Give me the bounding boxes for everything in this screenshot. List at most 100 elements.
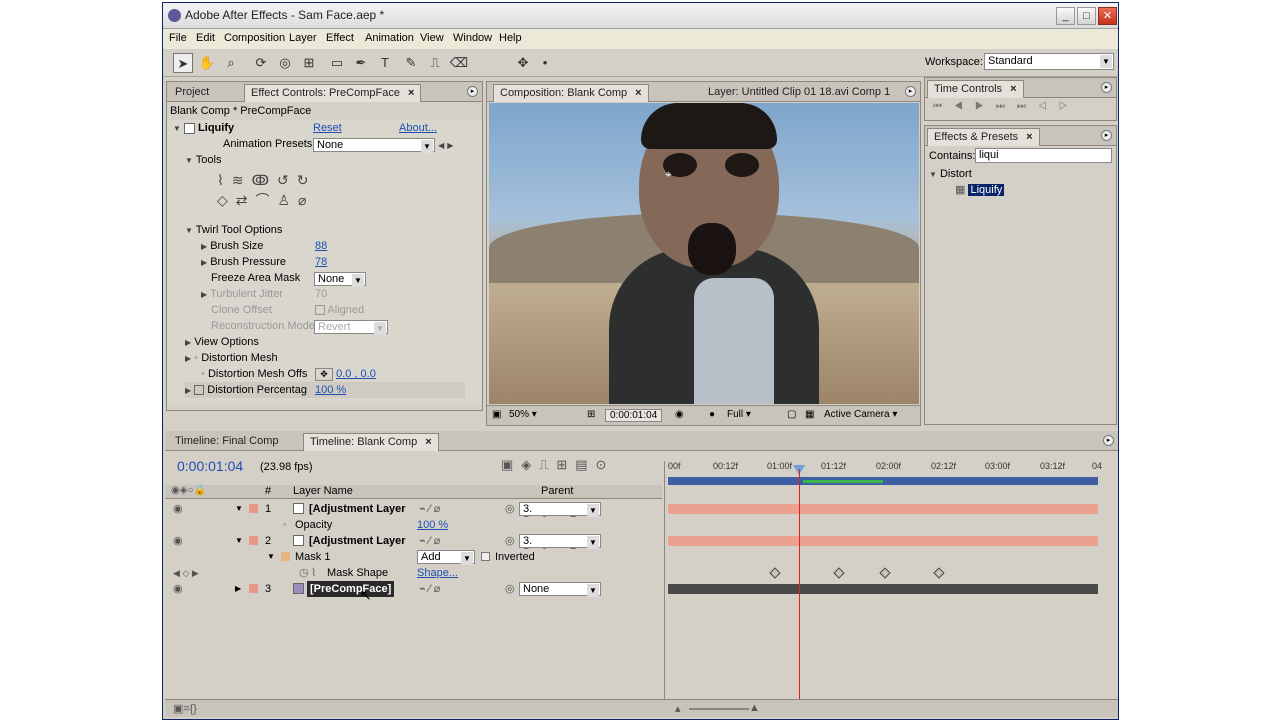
work-area-bar[interactable] (668, 477, 1098, 485)
layer-1-track[interactable] (668, 501, 1098, 517)
distortion-percentage-value[interactable]: 100 % (315, 382, 346, 398)
triangle-down-icon[interactable]: ▼ (185, 156, 193, 165)
distortion-mesh-offs-value[interactable]: 0.0 , 0.0 (336, 368, 376, 380)
liquify-effect-item[interactable]: ▦ Liquify (955, 182, 1005, 198)
pen-tool-icon[interactable]: ✒ (351, 53, 371, 73)
camera-tool-icon[interactable]: ◎ (275, 53, 295, 73)
pane-divider[interactable] (664, 461, 665, 711)
eye-icon[interactable]: ◉ (173, 501, 183, 517)
menu-file[interactable]: File (169, 32, 187, 44)
opacity-value[interactable]: 100 % (417, 517, 448, 533)
menu-composition[interactable]: Composition (224, 32, 285, 44)
keyframe-navigator-icon[interactable]: ◀ ◇ ▶ (173, 565, 199, 581)
eye-icon[interactable]: ◉ (173, 581, 183, 597)
panel-menu-icon[interactable]: ▸ (905, 86, 916, 97)
eye-icon[interactable]: ◉ (173, 533, 183, 549)
zoom-slider[interactable] (689, 708, 749, 710)
camera-icon[interactable]: ◉ (675, 409, 684, 420)
triangle-down-icon[interactable]: ▼ (173, 124, 181, 133)
hand-tool-icon[interactable]: ✋ (197, 53, 217, 73)
eye-icon[interactable]: ◎ (505, 501, 515, 517)
triangle-down-icon[interactable]: ▼ (185, 226, 193, 235)
distort-category[interactable]: ▼ Distort (929, 166, 972, 182)
snapshot-icon[interactable]: ▣ (492, 409, 501, 420)
zoom-select[interactable]: 50% ▾ (509, 409, 537, 420)
selection-tool-icon[interactable]: ➤ (173, 53, 193, 73)
stopwatch-icon[interactable]: ◦ (201, 368, 205, 380)
mask-mode-select[interactable]: Add ▼ (417, 550, 475, 565)
menu-view[interactable]: View (420, 32, 444, 44)
layer-row-2[interactable]: ◉ ▼ 2 [Adjustment Layer ⌁ ⁄ ⌀ ◎ 3. PreCo… (165, 533, 662, 559)
parent-select[interactable]: None ▼ (519, 582, 601, 597)
liquify-tools-row-2[interactable]: ◇⇄⌒♙⌀ (217, 190, 314, 210)
reset-link[interactable]: Reset (313, 120, 342, 136)
tab-project[interactable]: Project (169, 84, 215, 102)
layer-switches-icon[interactable]: ⌁ ⁄ ⌀ (419, 581, 440, 597)
col-layer-name[interactable]: Layer Name (293, 485, 353, 497)
grid-icon[interactable]: ⊞ (587, 409, 595, 420)
workspace-select[interactable]: Standard ▼ (984, 53, 1114, 70)
layer-3-track[interactable] (668, 581, 1098, 597)
parent-select[interactable]: 3. PreCompFac▼ (519, 502, 601, 527)
local-axis-icon[interactable]: • (535, 53, 555, 73)
tab-timeline-final-comp[interactable]: Timeline: Final Comp (169, 433, 285, 451)
panel-menu-icon[interactable]: ▸ (1101, 130, 1112, 141)
brush-tool-icon[interactable]: ✎ (401, 53, 421, 73)
time-ruler[interactable]: 00f 00:12f 01:00f 01:12f 02:00f 02:12f 0… (668, 461, 1102, 477)
playhead-line[interactable] (799, 469, 800, 709)
next-preset-icon[interactable]: ▶ (447, 141, 453, 150)
brush-pressure-value[interactable]: 78 (315, 254, 327, 270)
freeze-area-mask-select[interactable]: None ▼ (314, 271, 366, 287)
tab-layer[interactable]: Layer: Untitled Clip 01 18.avi Comp 1 (702, 84, 896, 102)
parent-select[interactable]: 3. PreCompFac▼ (519, 534, 601, 559)
composition-viewer[interactable]: ⌖ (489, 103, 919, 404)
zoom-tool-icon[interactable]: ⌕ (221, 53, 241, 73)
prev-preset-icon[interactable]: ◀ (438, 141, 444, 150)
close-icon[interactable]: × (635, 87, 641, 99)
layer-name[interactable]: [PreCompFace] (307, 581, 395, 597)
keyframe-icon[interactable] (933, 567, 945, 579)
eye-icon[interactable]: ◎ (505, 533, 515, 549)
clone-stamp-tool-icon[interactable]: ⎍ (425, 53, 445, 73)
menu-animation[interactable]: Animation (365, 32, 414, 44)
layer-duration-bar[interactable] (668, 584, 1098, 594)
eraser-tool-icon[interactable]: ⌫ (449, 53, 469, 73)
menu-window[interactable]: Window (453, 32, 492, 44)
close-icon[interactable]: × (425, 436, 431, 448)
close-icon[interactable]: × (408, 87, 414, 99)
animation-presets-select[interactable]: None ▼ ◀ ▶ (313, 137, 453, 153)
triangle-right-icon[interactable]: ▶ (185, 386, 191, 395)
pan-behind-tool-icon[interactable]: ⊞ (299, 53, 319, 73)
search-input[interactable]: liqui (975, 148, 1112, 163)
layer-row-1[interactable]: ◉ ▼ 1 [Adjustment Layer ⌁ ⁄ ⌀ ◎ 3. PreCo… (165, 501, 662, 527)
panel-switches-icon[interactable]: ▣⌗{} (173, 702, 197, 716)
graph-icon[interactable]: ⌇ (311, 565, 316, 581)
stopwatch-icon[interactable]: ◦ (283, 517, 287, 533)
timecode-display[interactable]: 0:00:01:04 (605, 409, 663, 422)
current-time-display[interactable]: 0:00:01:04 (177, 458, 243, 474)
triangle-right-icon[interactable]: ▶ (201, 258, 207, 267)
panel-menu-icon[interactable]: ▸ (467, 86, 478, 97)
triangle-right-icon[interactable]: ▶ (201, 242, 207, 251)
transparency-grid-icon[interactable]: ▦ (805, 409, 814, 420)
label-color-icon[interactable] (249, 584, 258, 593)
label-color-icon[interactable] (249, 536, 258, 545)
triangle-right-icon[interactable]: ▶ (185, 354, 191, 363)
layer-duration-bar[interactable] (668, 504, 1098, 514)
zoom-in-icon[interactable]: ▲ (749, 702, 760, 714)
rotate-tool-icon[interactable]: ⟳ (251, 53, 271, 73)
layer-name[interactable]: [Adjustment Layer (309, 501, 406, 517)
layer-name[interactable]: [Adjustment Layer (309, 533, 406, 549)
keyframe-icon[interactable] (879, 567, 891, 579)
playback-controls[interactable]: ⏮◀▶⏭⏭◁▷ (933, 101, 1080, 112)
triangle-right-icon[interactable]: ▶ (185, 338, 191, 347)
zoom-out-icon[interactable]: ▴ (675, 702, 681, 715)
panel-menu-icon[interactable]: ▸ (1103, 435, 1114, 446)
rectangle-mask-tool-icon[interactable]: ▭ (327, 53, 347, 73)
resolution-select[interactable]: Full ▾ (727, 409, 751, 420)
camera-select[interactable]: Active Camera ▾ (824, 409, 897, 420)
menu-effect[interactable]: Effect (326, 32, 354, 44)
panel-menu-icon[interactable]: ▸ (1101, 82, 1112, 93)
close-icon[interactable]: × (1010, 83, 1016, 95)
tab-timeline-blank-comp[interactable]: Timeline: Blank Comp × (303, 433, 439, 451)
